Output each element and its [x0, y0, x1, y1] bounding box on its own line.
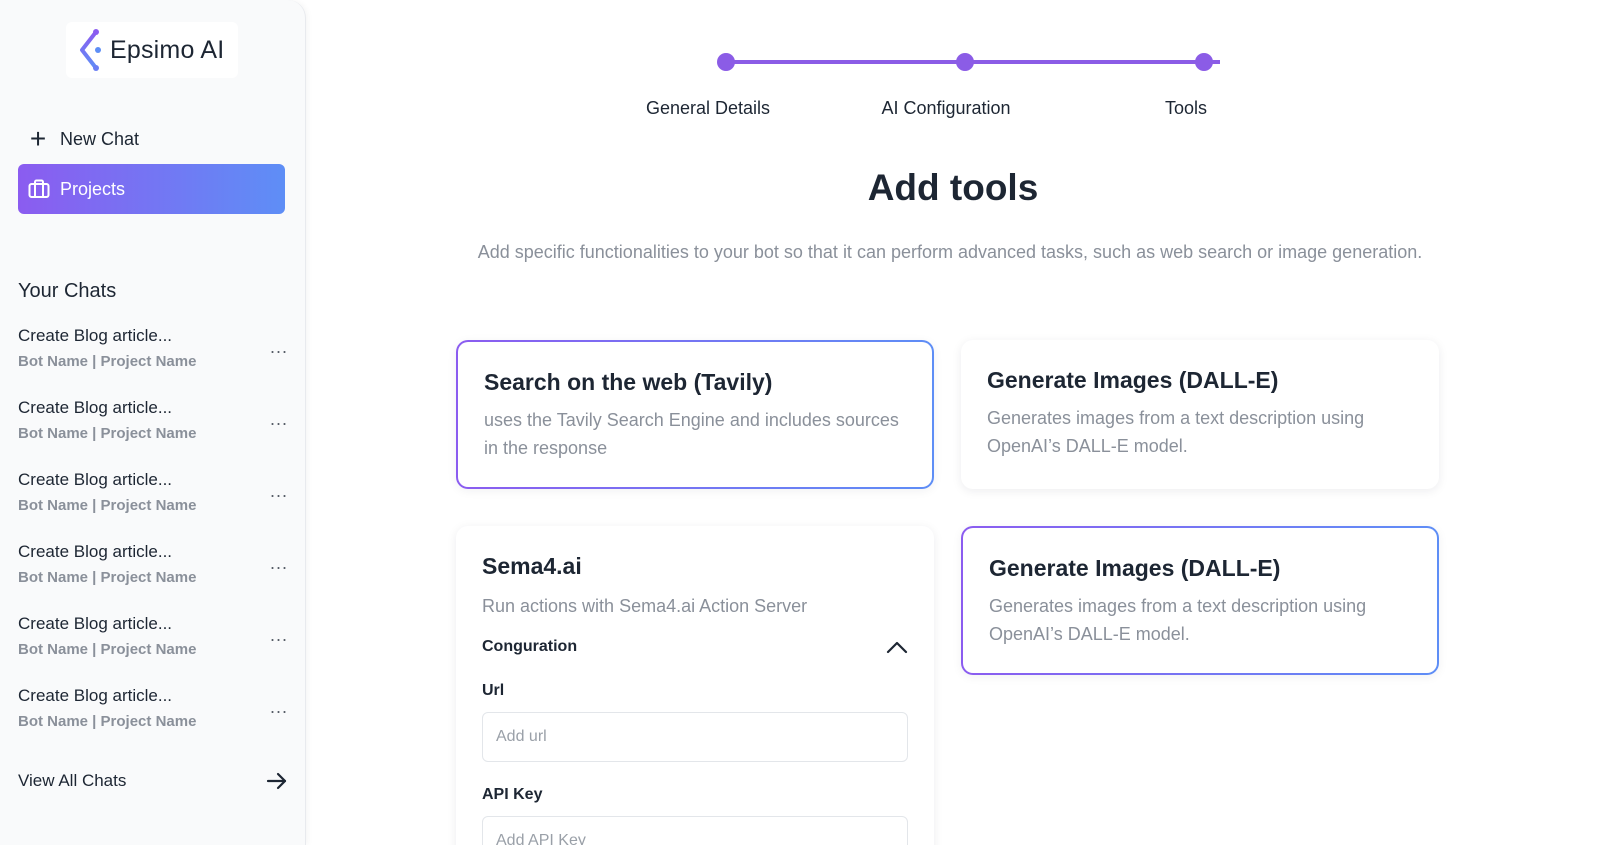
- progress-stepper: General Details AI Configuration Tools: [620, 48, 1240, 128]
- tool-title: Search on the web (Tavily): [484, 369, 773, 395]
- chat-list: Create Blog article... Bot Name | Projec…: [18, 325, 288, 757]
- chat-title: Create Blog article...: [18, 542, 173, 561]
- view-all-chats-link[interactable]: View All Chats: [18, 767, 288, 795]
- api-key-input[interactable]: [482, 816, 908, 845]
- more-options-icon[interactable]: ...: [270, 481, 288, 502]
- chat-subtitle: Bot Name | Project Name: [18, 425, 197, 442]
- configuration-label: Conguration: [482, 638, 578, 655]
- sidebar: Epsimo AI + New Chat Projects Your Chats…: [0, 0, 306, 845]
- tool-card-tavily[interactable]: Search on the web (Tavily) uses the Tavi…: [456, 340, 934, 489]
- tool-description: uses the Tavily Search Engine and includ…: [484, 410, 899, 458]
- url-field-label: Url: [482, 682, 505, 699]
- chat-list-item[interactable]: Create Blog article... Bot Name | Projec…: [18, 325, 288, 397]
- step-dot-general-details[interactable]: [717, 53, 735, 71]
- new-chat-label: New Chat: [60, 128, 140, 149]
- tool-description: Generates images from a text description…: [987, 408, 1365, 456]
- step-label-ai-configuration[interactable]: AI Configuration: [881, 98, 1010, 119]
- your-chats-heading: Your Chats: [18, 280, 117, 302]
- chat-title: Create Blog article...: [18, 470, 173, 489]
- more-options-icon[interactable]: ...: [270, 409, 288, 430]
- configuration-toggle[interactable]: Conguration: [482, 638, 908, 656]
- chat-subtitle: Bot Name | Project Name: [18, 353, 197, 370]
- page-description: Add specific functionalities to your bot…: [477, 242, 1423, 262]
- chat-subtitle: Bot Name | Project Name: [18, 713, 197, 730]
- chat-list-item[interactable]: Create Blog article... Bot Name | Projec…: [18, 541, 288, 613]
- step-label-tools[interactable]: Tools: [1165, 98, 1207, 119]
- chat-title: Create Blog article...: [18, 614, 173, 633]
- chat-list-item[interactable]: Create Blog article... Bot Name | Projec…: [18, 397, 288, 469]
- step-dot-tools[interactable]: [1195, 53, 1213, 71]
- tool-card-dalle[interactable]: Generate Images (DALL-E) Generates image…: [961, 340, 1439, 489]
- view-all-chats-label: View All Chats: [18, 771, 127, 790]
- api-key-field-label: API Key: [482, 786, 543, 803]
- new-chat-button[interactable]: + New Chat: [28, 122, 139, 156]
- chat-subtitle: Bot Name | Project Name: [18, 569, 197, 586]
- chat-list-item[interactable]: Create Blog article... Bot Name | Projec…: [18, 613, 288, 685]
- url-input[interactable]: [482, 712, 908, 762]
- page-title: Add tools: [867, 167, 1039, 208]
- tool-title: Generate Images (DALL-E): [989, 555, 1281, 581]
- arrow-right-icon: [266, 772, 287, 790]
- tool-title: Generate Images (DALL-E): [987, 367, 1279, 393]
- logo-text: Epsimo AI: [110, 35, 225, 64]
- chat-title: Create Blog article...: [18, 398, 173, 417]
- step-label-general-details[interactable]: General Details: [646, 98, 770, 119]
- chat-list-item[interactable]: Create Blog article... Bot Name | Projec…: [18, 469, 288, 541]
- more-options-icon[interactable]: ...: [270, 697, 288, 718]
- more-options-icon[interactable]: ...: [270, 625, 288, 646]
- step-dot-ai-configuration[interactable]: [956, 53, 974, 71]
- chat-title: Create Blog article...: [18, 686, 173, 705]
- tool-card-sema4[interactable]: Sema4.ai Run actions with Sema4.ai Actio…: [456, 526, 934, 845]
- chat-subtitle: Bot Name | Project Name: [18, 497, 197, 514]
- tool-title: Sema4.ai: [482, 553, 582, 579]
- epsimo-logo-icon: [80, 29, 101, 71]
- logo[interactable]: Epsimo AI: [66, 22, 238, 78]
- chat-subtitle: Bot Name | Project Name: [18, 641, 197, 658]
- chat-list-item[interactable]: Create Blog article... Bot Name | Projec…: [18, 685, 288, 757]
- tool-description: Generates images from a text description…: [989, 596, 1367, 644]
- tool-description: Run actions with Sema4.ai Action Server: [482, 596, 808, 616]
- chevron-up-icon: [886, 641, 908, 654]
- chat-title: Create Blog article...: [18, 326, 173, 345]
- tool-card-dalle-selected[interactable]: Generate Images (DALL-E) Generates image…: [961, 526, 1439, 675]
- more-options-icon[interactable]: ...: [270, 553, 288, 574]
- plus-icon: +: [29, 123, 47, 154]
- more-options-icon[interactable]: ...: [270, 337, 288, 358]
